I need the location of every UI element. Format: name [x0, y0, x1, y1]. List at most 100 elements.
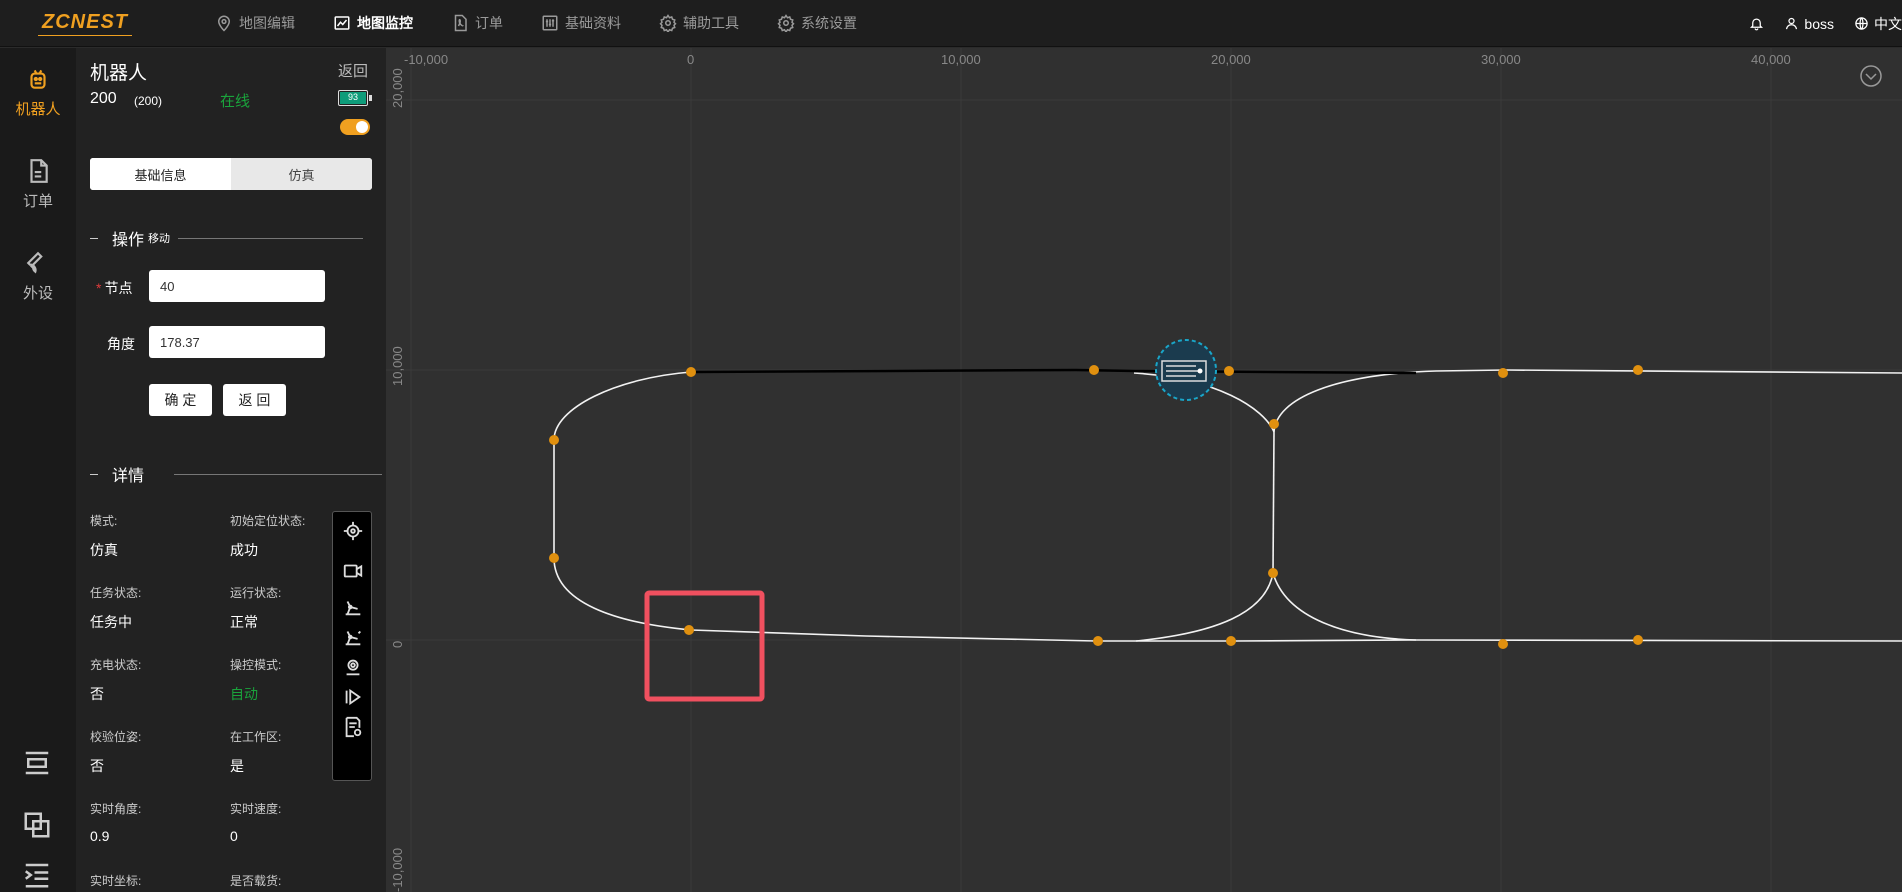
- map-node[interactable]: [1498, 368, 1508, 378]
- y-tick: 10,000: [390, 346, 405, 386]
- sidebar-item-orders[interactable]: 订单: [0, 140, 76, 232]
- x-tick: 10,000: [941, 52, 981, 67]
- location-icon[interactable]: [342, 656, 364, 678]
- x-tick: 0: [687, 52, 694, 67]
- return-button[interactable]: 返 回: [223, 384, 286, 416]
- map-node[interactable]: [1224, 366, 1234, 376]
- map-svg[interactable]: -10,000 0 10,000 20,000 30,000 40,000 20…: [386, 48, 1902, 892]
- map-node[interactable]: [549, 435, 559, 445]
- chart-line-icon: [334, 16, 350, 30]
- detail-label: 任务状态:: [90, 586, 142, 600]
- route-vertical-connector[interactable]: [1272, 431, 1275, 574]
- map-node[interactable]: [1093, 636, 1103, 646]
- detail-label: 初始定位状态:: [230, 514, 306, 528]
- user-menu[interactable]: boss: [1784, 16, 1834, 32]
- nav-orders[interactable]: 订单: [451, 0, 503, 47]
- confirm-button[interactable]: 确 定: [149, 384, 212, 416]
- detail-value: 成功: [230, 542, 258, 558]
- top-nav-bar: ZCNEST 地图编辑 地图监控 订单 基础资料 辅助工具 系统设置 boss …: [0, 0, 1902, 47]
- nav-base-data[interactable]: 基础资料: [541, 0, 621, 47]
- detail-label: 操控模式:: [230, 658, 282, 672]
- detail-value: 0.9: [90, 828, 110, 844]
- detail-label: 模式:: [90, 514, 118, 528]
- nav-map-edit[interactable]: 地图编辑: [215, 0, 295, 47]
- detail-value: 否: [90, 758, 104, 774]
- robot-arm-icon[interactable]: [342, 596, 364, 618]
- document-icon: [30, 159, 48, 183]
- detail-label: 是否载货:: [230, 874, 282, 888]
- angle-input[interactable]: [149, 326, 325, 358]
- node-input[interactable]: [149, 270, 325, 302]
- crosshair-icon[interactable]: [342, 520, 364, 542]
- online-status: 在线: [220, 93, 251, 110]
- nav-map-monitor[interactable]: 地图监控: [333, 0, 413, 47]
- detail-value: 任务中: [90, 614, 132, 630]
- user-icon: [1786, 17, 1798, 30]
- sidebar-item-robot[interactable]: 机器人: [0, 48, 76, 140]
- y-tick: 0: [390, 641, 405, 648]
- gear-icon: [659, 14, 677, 32]
- x-tick: -10,000: [404, 52, 448, 67]
- map-node[interactable]: [1633, 365, 1643, 375]
- map-toolbox: [332, 511, 372, 781]
- copy-layers-icon[interactable]: [22, 810, 52, 840]
- play-step-icon[interactable]: [342, 686, 364, 708]
- detail-label: 在工作区:: [230, 730, 282, 744]
- route-lower-right-branch[interactable]: [1272, 572, 1417, 641]
- map-node[interactable]: [1226, 636, 1236, 646]
- back-link[interactable]: 返回: [338, 60, 368, 81]
- robot-enable-toggle[interactable]: [340, 119, 370, 135]
- highlight-box: [644, 590, 765, 702]
- y-tick: 20,000: [390, 68, 405, 108]
- map-node[interactable]: [1089, 365, 1099, 375]
- route-lower-left-branch[interactable]: [1135, 572, 1274, 642]
- route-bottom[interactable]: [690, 629, 1902, 642]
- detail-value: 仿真: [90, 542, 118, 558]
- map-node[interactable]: [1633, 635, 1643, 645]
- x-tick: 20,000: [1211, 52, 1251, 67]
- map-node[interactable]: [686, 367, 696, 377]
- robot-arm-alt-icon[interactable]: [342, 626, 364, 648]
- camera-icon[interactable]: [342, 560, 364, 582]
- globe-icon: [1855, 17, 1868, 30]
- brand-logo[interactable]: ZCNEST: [0, 0, 170, 47]
- bell-icon: [1750, 18, 1764, 31]
- report-icon[interactable]: [342, 716, 364, 738]
- indent-list-icon[interactable]: [22, 860, 52, 890]
- language-switch[interactable]: 中文: [1854, 14, 1902, 34]
- detail-label: 运行状态:: [230, 586, 282, 600]
- battery-indicator: 93: [338, 90, 372, 106]
- robot-marker[interactable]: [1155, 339, 1217, 401]
- map-node[interactable]: [1268, 568, 1278, 578]
- panel-title: 机器人: [90, 63, 148, 84]
- route-top-right[interactable]: [1273, 369, 1902, 433]
- wrench-icon: [26, 251, 43, 274]
- nav-aux-tools[interactable]: 辅助工具: [659, 0, 739, 47]
- robot-id-sub: (200): [134, 94, 163, 108]
- sidebar-item-peripherals[interactable]: 外设: [0, 232, 76, 324]
- y-tick: -10,000: [390, 848, 405, 892]
- x-tick: 40,000: [1751, 52, 1791, 67]
- gear-icon: [777, 14, 795, 32]
- tab-simulation[interactable]: 仿真: [231, 158, 372, 190]
- nav-system-settings[interactable]: 系统设置: [777, 0, 857, 47]
- operation-section-header: 操作 移动: [90, 226, 364, 250]
- notifications-button[interactable]: [1749, 16, 1764, 31]
- detail-value: 否: [90, 686, 104, 702]
- map-node[interactable]: [1269, 419, 1279, 429]
- detail-label: 校验位姿:: [90, 730, 142, 744]
- tab-basic-info[interactable]: 基础信息: [90, 158, 231, 190]
- chevron-down-icon[interactable]: [1860, 65, 1882, 87]
- detail-label: 实时坐标:: [90, 874, 142, 888]
- collapse-rows-icon[interactable]: [22, 748, 52, 778]
- map-node[interactable]: [684, 625, 694, 635]
- map-node[interactable]: [549, 553, 559, 563]
- map-canvas[interactable]: -10,000 0 10,000 20,000 30,000 40,000 20…: [386, 48, 1902, 892]
- robot-icon: [30, 69, 46, 89]
- detail-value: 正常: [230, 614, 258, 630]
- map-node[interactable]: [1498, 639, 1508, 649]
- sliders-icon: [542, 15, 558, 31]
- battery-level: 93: [340, 92, 366, 104]
- detail-value: 自动: [230, 686, 258, 702]
- x-tick: 30,000: [1481, 52, 1521, 67]
